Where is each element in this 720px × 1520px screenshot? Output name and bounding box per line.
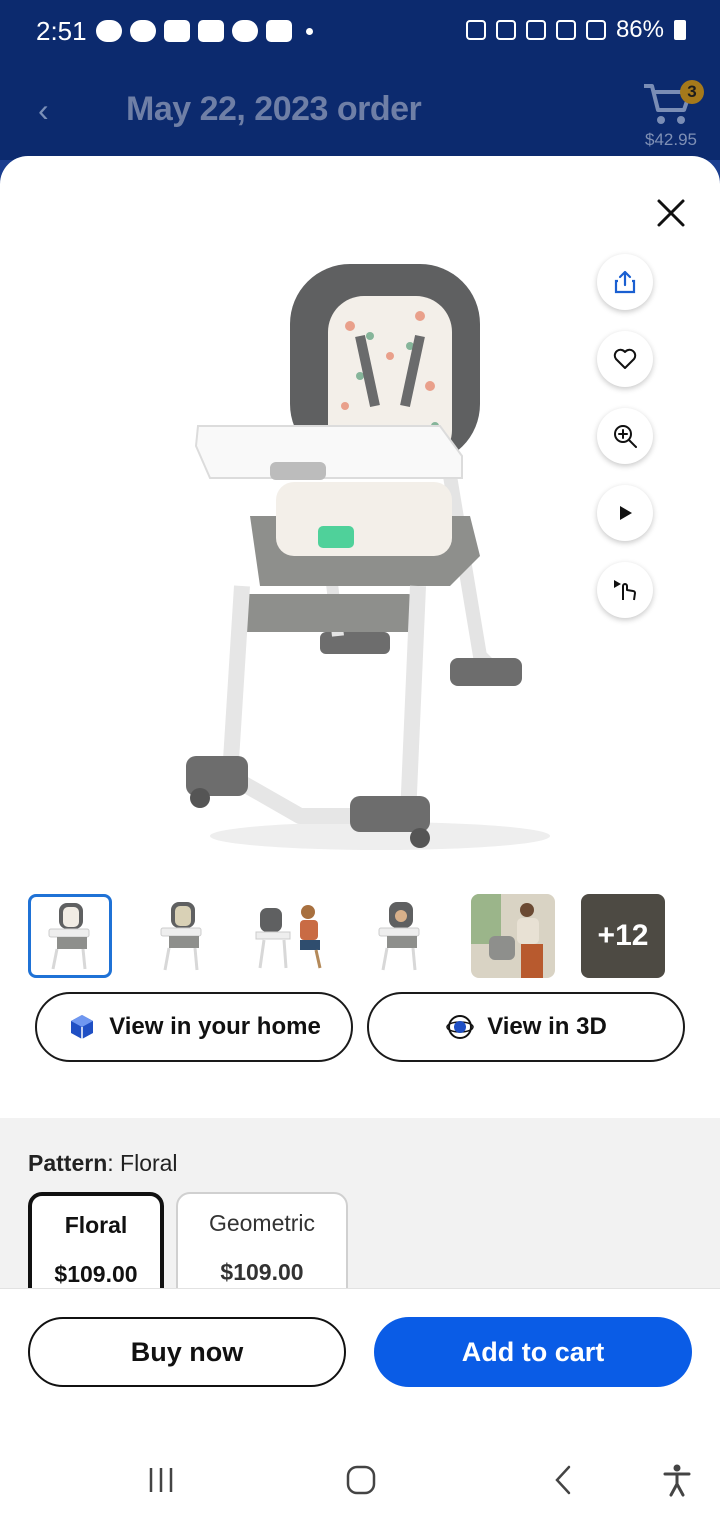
- view-in-3d-label: View in 3D: [487, 1013, 607, 1040]
- signal-icon: [585, 20, 606, 40]
- thumbnail-strip: +12: [28, 894, 688, 978]
- ar-cube-icon: [71, 1015, 94, 1039]
- alarm-icon: [495, 20, 516, 40]
- thumbnail-image: [255, 905, 322, 969]
- battery-percent: 86%: [615, 16, 664, 43]
- interactive-360-icon: [614, 580, 636, 601]
- add-to-cart-button[interactable]: Add to cart: [374, 1317, 692, 1387]
- variant-price: $109.00: [220, 1259, 304, 1285]
- home-button[interactable]: [336, 1460, 386, 1500]
- home-icon: [346, 1465, 376, 1495]
- favorite-button[interactable]: [597, 331, 653, 387]
- cart-button[interactable]: 3 $42.95: [640, 78, 704, 150]
- view-3d-icon: [446, 1015, 474, 1039]
- product-image[interactable]: [180, 256, 570, 866]
- thumbnail-image: [471, 894, 555, 978]
- play-video-button[interactable]: [597, 485, 653, 541]
- more-media-thumbnail[interactable]: +12: [581, 894, 665, 978]
- back-button[interactable]: [538, 1460, 588, 1500]
- interactive-view-button[interactable]: [597, 562, 653, 618]
- thumbnail-5[interactable]: [471, 894, 555, 978]
- share-button[interactable]: [597, 254, 653, 310]
- battery-icon: [674, 20, 686, 40]
- youtube-icon: [198, 20, 224, 42]
- nfc-icon: [465, 20, 486, 40]
- product-media-sheet: +12 View in your home View in 3D Pattern…: [0, 156, 720, 1446]
- cart-count-badge: 3: [680, 80, 704, 104]
- close-icon[interactable]: [650, 192, 692, 234]
- system-nav-bar: [0, 1446, 720, 1520]
- more-media-count: +12: [597, 919, 649, 952]
- recents-icon: [149, 1468, 173, 1492]
- accessibility-button[interactable]: [652, 1460, 702, 1500]
- pattern-label: Pattern: [28, 1150, 108, 1176]
- thumbnail-image: [160, 902, 202, 971]
- notification-icons: [96, 20, 313, 42]
- view-in-home-button[interactable]: View in your home: [35, 992, 353, 1062]
- media-actions: [597, 254, 653, 639]
- heart-icon: [613, 348, 637, 369]
- pattern-line: Pattern: Floral: [28, 1150, 178, 1177]
- variant-name: Floral: [64, 1212, 128, 1238]
- status-bar: 2:51 86%: [0, 0, 720, 68]
- youtube-icon: [266, 20, 292, 42]
- app-header: ‹ May 22, 2023 order 3 $42.95: [0, 68, 720, 160]
- thumbnail-2[interactable]: [139, 894, 223, 978]
- system-icons: 86%: [465, 16, 686, 44]
- messenger-icon: [96, 20, 122, 42]
- recent-apps-button[interactable]: [136, 1460, 186, 1500]
- view-in-3d-button[interactable]: View in 3D: [367, 992, 685, 1062]
- purchase-bar: Buy now Add to cart: [0, 1288, 720, 1446]
- cart-total: $42.95: [645, 130, 697, 149]
- view-in-home-label: View in your home: [109, 1013, 321, 1040]
- app-icon: [130, 20, 156, 42]
- status-time: 2:51: [36, 16, 87, 46]
- mute-icon: [525, 20, 546, 40]
- link-icon: [232, 20, 258, 42]
- pattern-value: : Floral: [107, 1150, 178, 1176]
- wifi-icon: [555, 20, 576, 40]
- more-notifications-dot: [306, 27, 313, 35]
- back-nav-icon: [555, 1465, 571, 1495]
- variant-name: Geometric: [208, 1210, 316, 1236]
- page-title: May 22, 2023 order: [126, 90, 422, 128]
- share-icon: [614, 270, 636, 294]
- zoom-in-icon: [614, 425, 637, 448]
- back-icon[interactable]: ‹: [38, 92, 49, 129]
- play-icon: [620, 506, 632, 520]
- me-app-icon: [164, 20, 190, 42]
- thumbnail-image: [378, 902, 420, 971]
- thumbnail-image: [48, 903, 90, 970]
- buy-now-button[interactable]: Buy now: [28, 1317, 346, 1387]
- zoom-button[interactable]: [597, 408, 653, 464]
- thumbnail-1[interactable]: [28, 894, 112, 978]
- variant-price: $109.00: [54, 1261, 138, 1287]
- thumbnail-3[interactable]: [250, 894, 334, 978]
- thumbnail-4[interactable]: [361, 894, 445, 978]
- accessibility-icon: [663, 1464, 691, 1497]
